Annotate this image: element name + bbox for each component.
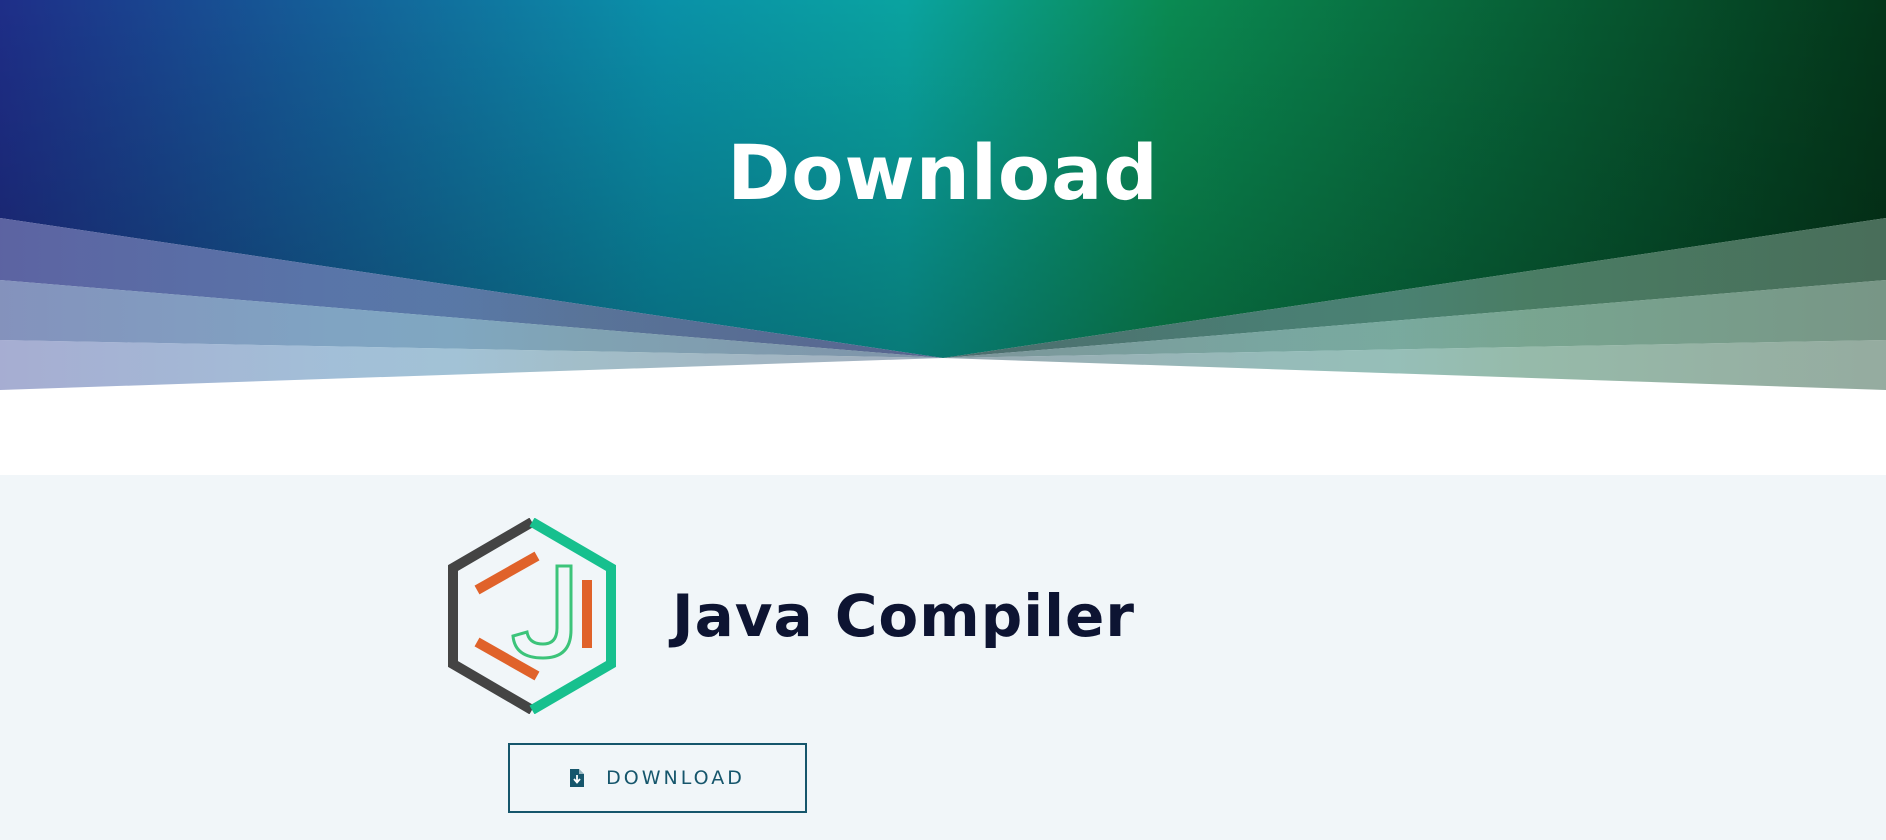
java-compiler-logo <box>448 518 616 714</box>
product-panel <box>0 475 1886 840</box>
download-button[interactable]: DOWNLOAD <box>508 743 807 813</box>
download-button-label: DOWNLOAD <box>606 767 745 789</box>
product-title: Java Compiler <box>672 582 1135 650</box>
page-title: Download <box>727 128 1159 217</box>
file-download-icon <box>570 769 585 787</box>
hero-banner: Download <box>0 0 1886 400</box>
